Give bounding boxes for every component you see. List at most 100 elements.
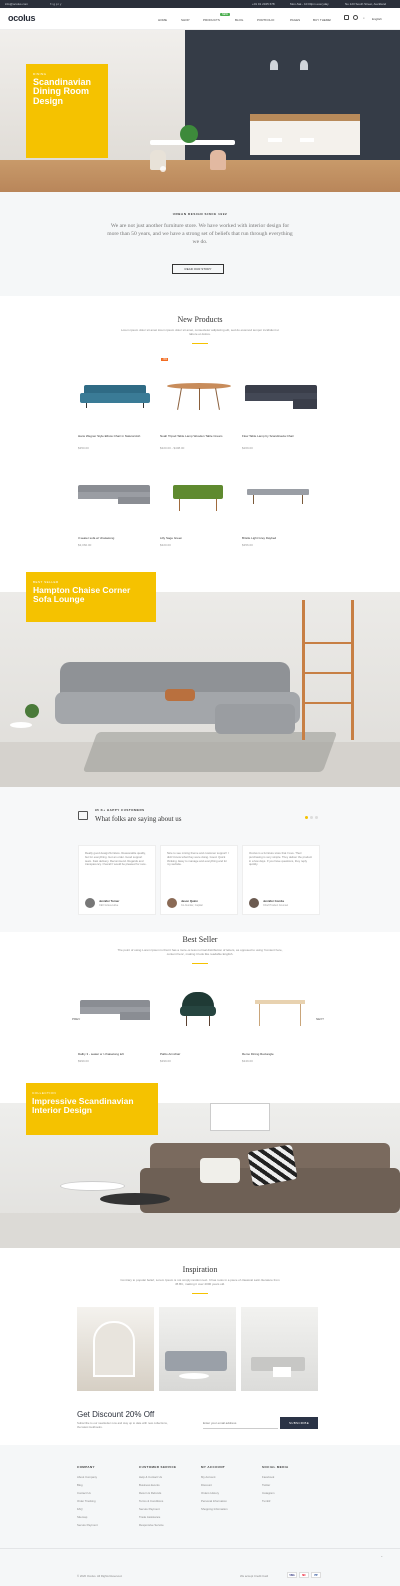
topbar-email[interactable]: info@ocolus.com bbox=[5, 2, 28, 6]
shelf bbox=[302, 600, 354, 740]
visa-icon: VISA bbox=[287, 1572, 297, 1578]
product-name[interactable]: 3 seater sofa w/ chaiselong bbox=[78, 536, 153, 541]
product-image[interactable] bbox=[80, 385, 150, 408]
product-image[interactable] bbox=[167, 383, 231, 413]
social-icons[interactable]: f t g p i y bbox=[50, 2, 61, 6]
next-arrow[interactable]: NEXT bbox=[316, 1017, 324, 1021]
newsletter-text: Subscribe to our newsletter now and stay… bbox=[77, 1421, 168, 1429]
inspiration-image[interactable] bbox=[159, 1307, 236, 1391]
nav-item[interactable]: Pages bbox=[290, 18, 300, 22]
slider-dot[interactable] bbox=[310, 816, 313, 819]
slider-dot-active[interactable] bbox=[305, 816, 308, 819]
hero-caption-box: Dining Scandinavian Dining Room Design bbox=[26, 64, 108, 158]
nav-item[interactable]: Blog bbox=[235, 18, 243, 22]
email-input[interactable] bbox=[203, 1417, 278, 1429]
footer-link[interactable]: Personal Information bbox=[201, 1499, 227, 1503]
footer-link[interactable]: Twitter bbox=[262, 1483, 270, 1487]
nav-item[interactable]: Products bbox=[203, 18, 220, 22]
nav-item[interactable]: Buy Theme! bbox=[313, 18, 331, 22]
product-name[interactable]: Hans Wegner Style Elbow Chair in Natural… bbox=[78, 434, 148, 439]
product-price: $3,060.00 bbox=[78, 543, 92, 547]
product-image[interactable] bbox=[78, 485, 150, 507]
plant bbox=[180, 125, 198, 143]
footer-link[interactable]: Secure Payment bbox=[77, 1523, 98, 1527]
subscribe-button[interactable]: SUBSCRIBE bbox=[280, 1417, 318, 1429]
footer-link[interactable]: Contact Us bbox=[77, 1491, 91, 1495]
hero-title: Scandinavian Dining Room Design bbox=[33, 77, 92, 106]
cart-icon[interactable] bbox=[344, 15, 349, 20]
footer-link[interactable]: Instagram bbox=[262, 1491, 274, 1495]
topbar-address: No 123 South Street, Auckland bbox=[345, 2, 387, 6]
footer-link[interactable]: Business Events bbox=[139, 1483, 160, 1487]
language-select[interactable]: English bbox=[372, 17, 382, 21]
footer-link[interactable]: Secure Payment bbox=[139, 1507, 160, 1511]
product-price: $320.00 - $408.00 bbox=[160, 446, 185, 450]
shelf-board bbox=[302, 642, 354, 644]
cushion bbox=[200, 1158, 240, 1183]
nav-item[interactable]: Shop bbox=[181, 18, 190, 22]
prev-arrow[interactable]: PREV bbox=[72, 1017, 80, 1021]
footer-link[interactable]: Blog bbox=[77, 1483, 83, 1487]
slider-dot[interactable] bbox=[315, 816, 318, 819]
product-name[interactable]: Flow Table Lamp by Scandinavia Chair bbox=[242, 434, 317, 439]
search-icon[interactable]: ⌕ bbox=[363, 16, 365, 20]
product-name[interactable]: Pablo Armchair bbox=[160, 1052, 235, 1057]
product-image[interactable] bbox=[255, 1000, 305, 1028]
product-name[interactable]: Lilly Sage Green bbox=[160, 536, 235, 541]
nav-item[interactable]: Portfolio bbox=[257, 18, 274, 22]
footer-link[interactable]: Facebook bbox=[262, 1475, 274, 1479]
product-image[interactable] bbox=[180, 992, 216, 1028]
pendant-lamp bbox=[300, 60, 308, 70]
footer-link[interactable]: Responsive Service bbox=[139, 1523, 164, 1527]
paypal-icon: PP bbox=[311, 1572, 321, 1578]
nav-item[interactable]: Home bbox=[158, 18, 167, 22]
payment-label: We accept Credit Card bbox=[240, 1574, 269, 1578]
side-table bbox=[10, 722, 32, 728]
bar-stool bbox=[268, 138, 282, 142]
testimonial-card: Ocolus is a furniture store that I love.… bbox=[242, 845, 320, 915]
inspiration-image[interactable] bbox=[77, 1307, 154, 1391]
avatar bbox=[167, 898, 177, 908]
nav-badge: NEW bbox=[220, 13, 230, 16]
topbar-phone[interactable]: +01 01 2345 678 bbox=[252, 2, 275, 6]
play-icon[interactable] bbox=[160, 166, 166, 172]
footer-link[interactable]: Discount bbox=[201, 1483, 212, 1487]
best-seller-title: Best Seller bbox=[182, 935, 218, 944]
back-to-top-icon[interactable]: ^ bbox=[381, 1555, 382, 1559]
footer-link[interactable]: FAQ bbox=[77, 1507, 83, 1511]
title-underline bbox=[192, 963, 208, 964]
product-name[interactable]: Remo Dining Rectangle bbox=[242, 1052, 317, 1057]
hero-floor bbox=[0, 160, 400, 192]
user-icon[interactable] bbox=[353, 15, 358, 20]
footer-link[interactable]: Sitemap bbox=[77, 1515, 87, 1519]
read-story-button[interactable]: READ OUR STORY bbox=[172, 264, 224, 274]
testimonial-card: Really good design/furniture. Reasonable… bbox=[78, 845, 156, 915]
product-name[interactable]: Noah Tripod Table Lamp Wooden Table Crea… bbox=[160, 434, 235, 439]
product-name[interactable]: Dalby 3 - seater w / chaiselong left bbox=[78, 1052, 153, 1057]
banner3-caption: Collection Impressive Scandinavian Inter… bbox=[26, 1083, 158, 1135]
testimonial-role: Chief Product Counsel bbox=[263, 904, 289, 907]
footer-link[interactable]: Terms & Conditions bbox=[139, 1499, 163, 1503]
footer-col-title: CUSTOMER SERVICE bbox=[139, 1465, 177, 1469]
sale-badge: -9% bbox=[161, 358, 169, 361]
footer-link[interactable]: My Account bbox=[201, 1475, 215, 1479]
footer-link[interactable]: Order Tracking bbox=[77, 1499, 96, 1503]
footer-link[interactable]: Tumblr bbox=[262, 1499, 271, 1503]
testimonials-kicker: 95 K+ HAPPY CUSTOMERS bbox=[95, 808, 145, 812]
title-underline bbox=[192, 1293, 208, 1294]
footer-link[interactable]: Shopping Information bbox=[201, 1507, 228, 1511]
logo[interactable]: ocolus bbox=[8, 13, 36, 23]
product-image[interactable] bbox=[247, 489, 309, 505]
inspiration-image[interactable] bbox=[241, 1307, 318, 1391]
product-image[interactable] bbox=[245, 385, 317, 411]
footer-link[interactable]: Trade Assistance bbox=[139, 1515, 160, 1519]
footer-link[interactable]: About Company bbox=[77, 1475, 97, 1479]
floor bbox=[0, 1213, 400, 1248]
footer-link[interactable]: Orders History bbox=[201, 1491, 219, 1495]
footer-link[interactable]: Help & Contact Us bbox=[139, 1475, 162, 1479]
product-image[interactable] bbox=[173, 485, 223, 513]
product-image[interactable] bbox=[80, 1000, 150, 1024]
footer-col-title: COMPANY bbox=[77, 1465, 95, 1469]
footer-link[interactable]: Return & Refunds bbox=[139, 1491, 161, 1495]
product-name[interactable]: Bristle Light Grey Daybed bbox=[242, 536, 317, 541]
